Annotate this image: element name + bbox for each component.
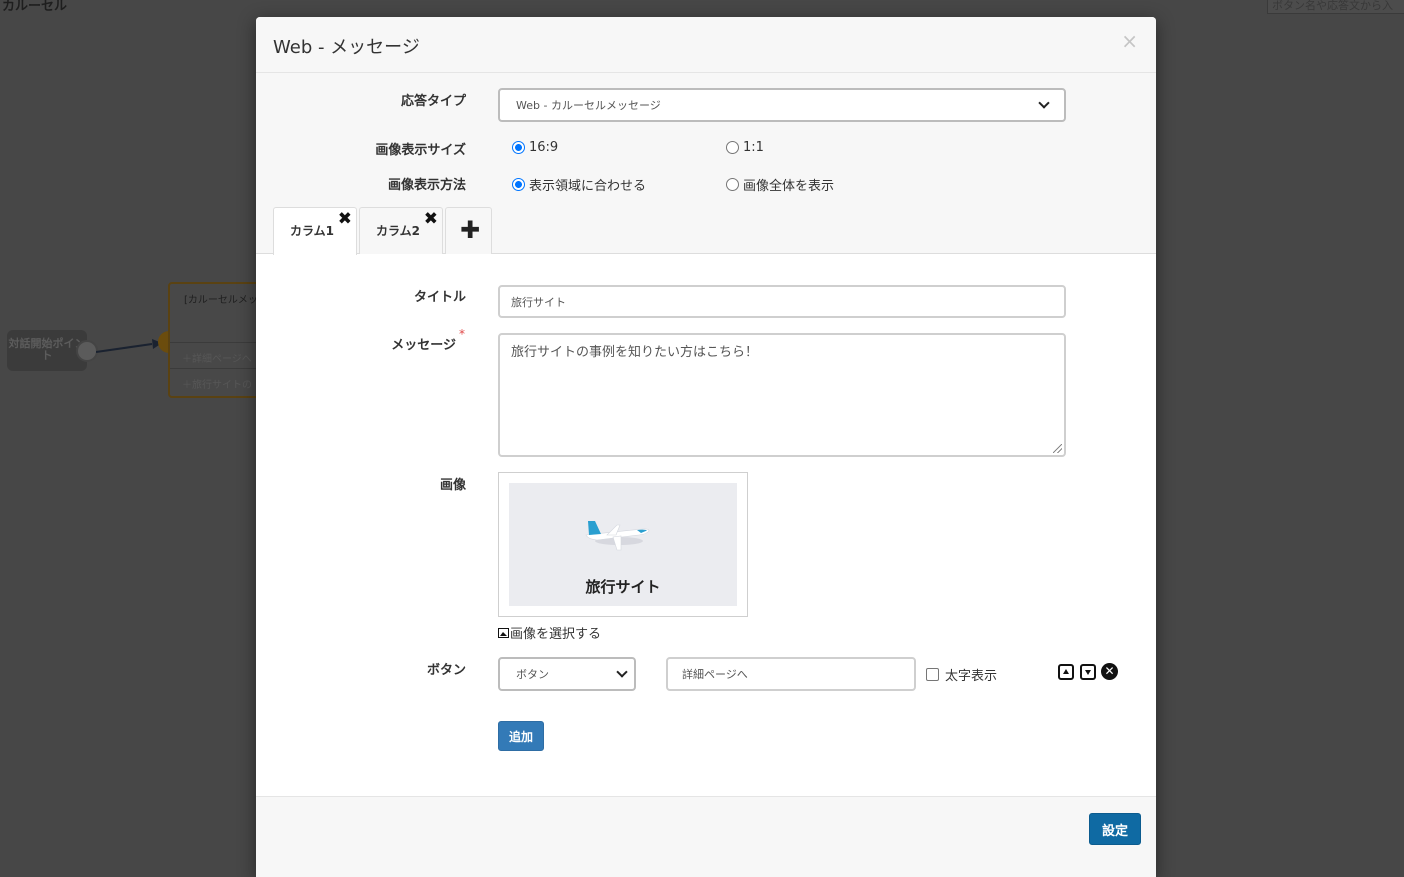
message-text: 旅行サイトの事例を知りたい方はこちら！ bbox=[511, 345, 759, 360]
message-textarea[interactable]: 旅行サイトの事例を知りたい方はこちら！ bbox=[498, 333, 1066, 457]
radio-image-size-16-9[interactable]: 16:9 bbox=[512, 140, 558, 155]
button-label: ボタン bbox=[426, 663, 466, 678]
modal-header: Web - メッセージ × bbox=[256, 17, 1156, 73]
start-node-connector[interactable] bbox=[76, 340, 98, 362]
add-tab-button[interactable]: ✚ bbox=[445, 207, 492, 254]
checkbox-icon[interactable] bbox=[926, 668, 939, 681]
image-icon bbox=[498, 627, 509, 638]
radio-image-display-full[interactable]: 画像全体を表示 bbox=[726, 175, 834, 194]
bold-checkbox[interactable]: 太字表示 bbox=[926, 665, 997, 684]
image-preview: 旅行サイト bbox=[498, 472, 748, 617]
close-tab-icon[interactable]: ✖ bbox=[424, 209, 438, 229]
title-input[interactable]: 旅行サイト bbox=[498, 285, 1066, 318]
image-display-label: 画像表示方法 bbox=[387, 178, 466, 193]
chevron-down-icon bbox=[616, 666, 628, 678]
submit-button[interactable]: 設定 bbox=[1089, 813, 1141, 845]
airplane-icon bbox=[585, 521, 650, 551]
arrow-down-icon bbox=[1085, 670, 1091, 675]
close-tab-icon[interactable]: ✖ bbox=[338, 209, 352, 229]
button-type-value: ボタン bbox=[516, 668, 549, 681]
move-up-button[interactable] bbox=[1058, 664, 1074, 680]
tab-column-1[interactable]: カラム1 ✖ bbox=[273, 207, 357, 255]
button-text-input[interactable]: 詳細ページへ bbox=[666, 657, 916, 691]
response-type-value: Web - カルーセルメッセージ bbox=[516, 99, 661, 112]
image-caption: 旅行サイト bbox=[585, 578, 661, 596]
tab-column-2[interactable]: カラム2 ✖ bbox=[359, 207, 443, 254]
select-image-label: 画像を選択する bbox=[510, 627, 602, 642]
message-label: メッセージ bbox=[391, 338, 456, 353]
radio-image-display-fit[interactable]: 表示領域に合わせる bbox=[512, 175, 646, 194]
carousel-node-row[interactable]: ＋詳細ページへ bbox=[170, 342, 266, 368]
carousel-node-row[interactable]: ＋旅行サイトの bbox=[170, 368, 266, 394]
web-message-modal: Web - メッセージ × 応答タイプ Web - カルーセルメッセージ 画像表… bbox=[256, 17, 1156, 877]
radio-label: 表示領域に合わせる bbox=[529, 179, 647, 194]
carousel-node[interactable]: [カルーセルメッセ ＋詳細ページへ ＋旅行サイトの bbox=[168, 282, 268, 398]
add-button[interactable]: 追加 bbox=[498, 721, 544, 751]
radio-unchecked-icon[interactable] bbox=[726, 178, 739, 191]
image-size-label: 画像表示サイズ bbox=[375, 143, 466, 158]
start-node[interactable]: 対話開始ポイント bbox=[7, 330, 87, 371]
chevron-down-icon bbox=[1038, 97, 1050, 109]
select-image-link[interactable]: 画像を選択する bbox=[498, 623, 601, 642]
resize-handle-icon[interactable] bbox=[1053, 444, 1062, 453]
button-type-select[interactable]: ボタン bbox=[498, 657, 636, 691]
radio-label: 16:9 bbox=[529, 140, 559, 155]
response-type-label: 応答タイプ bbox=[400, 94, 466, 109]
radio-unchecked-icon[interactable] bbox=[726, 141, 739, 154]
radio-label: 画像全体を表示 bbox=[743, 179, 835, 194]
image-label: 画像 bbox=[439, 478, 466, 493]
close-icon[interactable]: × bbox=[1121, 29, 1138, 53]
modal-footer: 設定 bbox=[256, 796, 1156, 877]
remove-button-icon[interactable]: ✕ bbox=[1101, 663, 1118, 680]
radio-checked-icon[interactable] bbox=[512, 141, 525, 154]
plus-icon: ✚ bbox=[460, 216, 481, 244]
page-title: カルーセル bbox=[2, 0, 68, 14]
radio-checked-icon[interactable] bbox=[512, 178, 525, 191]
modal-title: Web - メッセージ bbox=[273, 37, 420, 58]
search-input[interactable]: ボタン名や応答文から入 bbox=[1267, 0, 1404, 14]
radio-label: 1:1 bbox=[743, 140, 764, 155]
connection-arrow bbox=[96, 339, 162, 353]
required-mark: * bbox=[459, 327, 465, 341]
image-thumbnail: 旅行サイト bbox=[509, 483, 737, 606]
tab-label: カラム2 bbox=[376, 224, 420, 238]
bold-label: 太字表示 bbox=[945, 669, 998, 684]
tab-label: カラム1 bbox=[290, 224, 334, 238]
title-label: タイトル bbox=[413, 290, 466, 305]
arrow-up-icon bbox=[1063, 669, 1069, 674]
radio-image-size-1-1[interactable]: 1:1 bbox=[726, 140, 764, 155]
move-down-button[interactable] bbox=[1080, 664, 1096, 680]
response-type-select[interactable]: Web - カルーセルメッセージ bbox=[498, 88, 1066, 122]
